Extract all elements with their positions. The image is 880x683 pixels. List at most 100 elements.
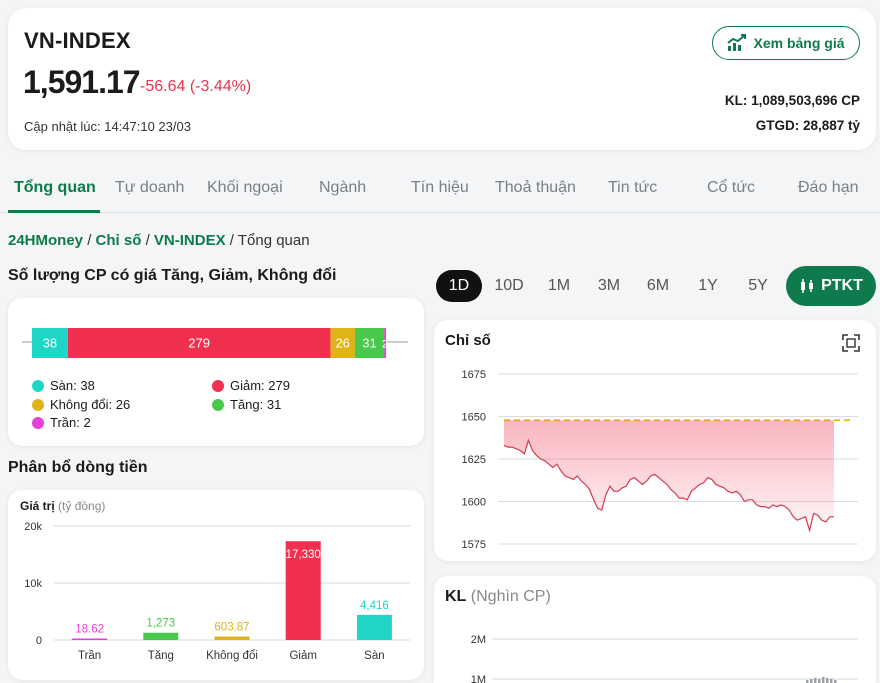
- legend-label-giam: Giảm: 279: [230, 378, 290, 393]
- breadcrumb-section[interactable]: Chỉ số: [96, 232, 142, 249]
- flow-data-label: 17,330: [286, 549, 321, 561]
- breadcrumb-separator: /: [229, 232, 234, 249]
- period-selector: 1D 10D 1M 3M 6M 1Y 5Y PTKT: [436, 266, 876, 306]
- volume-bar: [830, 679, 833, 683]
- index-price: 1,591.17: [23, 64, 141, 100]
- legend-label-san: Sàn: 38: [50, 378, 95, 393]
- stock-count-card: 38 279 26 31 2 Sàn: 38 Giảm: 279 Không đổi: …: [8, 298, 424, 446]
- volume-chart-card: KL (Nghìn CP) 2M 1M: [434, 576, 876, 683]
- flow-data-label: 1,273: [146, 618, 175, 630]
- flow-category-label: Trần: [78, 650, 101, 662]
- volume-bar: [814, 678, 817, 683]
- vol-ytick: 2M: [471, 634, 486, 646]
- flow-bar: [214, 636, 250, 640]
- active-tab-indicator: [8, 210, 100, 213]
- money-flow-chart: 20k 10k 0 18.62 Trần 1,273 Tăng 603.87 Không đổi…: [24, 521, 410, 662]
- index-ytick: 1675: [462, 369, 486, 381]
- flow-category-label: Tăng: [148, 650, 174, 662]
- flow-ytick: 0: [36, 635, 42, 647]
- breadcrumb-home[interactable]: 24HMoney: [8, 232, 83, 249]
- flow-data-label: 4,416: [360, 600, 389, 612]
- legend-label-tran: Trần: 2: [50, 415, 91, 430]
- flow-ytick: 10k: [24, 578, 42, 590]
- index-ytick: 1650: [462, 412, 486, 424]
- period-1d[interactable]: 1D: [436, 270, 482, 302]
- tab-proprietary[interactable]: Tự doanh: [115, 179, 184, 197]
- value-stat: GTGD: 28,887 tỷ: [755, 118, 860, 133]
- flow-ytick: 20k: [24, 521, 42, 533]
- legend-khongdoi: Không đổi: 26: [32, 397, 130, 412]
- update-time: Cập nhật lúc: 14:47:10 23/03: [24, 119, 191, 134]
- breadcrumb-separator: /: [145, 232, 150, 249]
- index-ytick: 1625: [462, 454, 486, 466]
- index-chart-card: Chỉ số 1675 1650 1625 1600 1575: [434, 320, 876, 561]
- breadcrumb-current: Tổng quan: [237, 232, 310, 249]
- money-flow-title: Phân bổ dòng tiền: [8, 459, 148, 476]
- count-label-khongdoi: 26: [335, 336, 349, 351]
- legend-dot-tran: [32, 416, 44, 429]
- breadcrumb: 24HMoney / Chỉ số / VN-INDEX / Tổng quan: [8, 232, 310, 249]
- count-label-giam: 279: [188, 336, 210, 351]
- tab-maturity[interactable]: Đáo hạn: [798, 179, 859, 197]
- legend-dot-san: [32, 379, 44, 392]
- legend-label-khongdoi: Không đổi: 26: [50, 397, 131, 412]
- period-10d[interactable]: 10D: [486, 270, 532, 302]
- tab-overview[interactable]: Tổng quan: [14, 179, 96, 197]
- flow-category-label: Giảm: [289, 650, 316, 662]
- tab-news[interactable]: Tin tức: [608, 179, 657, 197]
- index-ytick: 1600: [462, 497, 486, 509]
- count-label-tran: 2: [382, 339, 388, 351]
- view-price-board-button[interactable]: Xem bảng giá: [712, 26, 860, 60]
- index-area: [504, 420, 834, 531]
- tab-sector[interactable]: Ngành: [319, 179, 366, 197]
- tab-foreign[interactable]: Khối ngoại: [207, 179, 283, 197]
- legend-tang: Tăng: 31: [212, 397, 281, 412]
- volume-bar: [822, 677, 825, 683]
- legend-dot-giam: [212, 379, 224, 392]
- period-3m[interactable]: 3M: [586, 270, 632, 302]
- tab-bar: Tổng quan Tự doanh Khối ngoại Ngành Tín …: [0, 165, 880, 213]
- technical-analysis-label: PTKT: [821, 277, 863, 294]
- tab-negotiated[interactable]: Thoả thuận: [495, 179, 576, 197]
- tab-signals[interactable]: Tín hiệu: [411, 179, 469, 197]
- legend-tran: Trần: 2: [32, 415, 91, 430]
- legend-giam: Giảm: 279: [212, 378, 290, 393]
- period-1y[interactable]: 1Y: [685, 270, 731, 302]
- volume-bar: [818, 679, 821, 683]
- volume-bar: [826, 678, 829, 683]
- flow-data-label: 603.87: [214, 622, 249, 634]
- count-label-tang: 31: [362, 336, 376, 351]
- index-ytick: 1575: [462, 539, 486, 551]
- index-summary-card: VN-INDEX 1,591.17 -56.64 (-3.44%) Cập nh…: [8, 8, 876, 150]
- volume-bar-chart: 2M 1M: [471, 634, 858, 683]
- index-change: -56.64 (-3.44%): [140, 78, 252, 95]
- flow-category-label: Sàn: [364, 650, 384, 662]
- stock-count-title: Số lượng CP có giá Tăng, Giảm, Không đổi: [8, 267, 337, 284]
- money-flow-card: Giá trị (tỷ đồng) 20k 10k 0 18.62 Trần 1,273 T…: [8, 490, 424, 680]
- chart-trend-icon: [727, 34, 747, 51]
- flow-data-label: 18.62: [75, 624, 104, 636]
- vol-ytick: 1M: [471, 674, 486, 683]
- breadcrumb-index[interactable]: VN-INDEX: [154, 232, 226, 249]
- flow-bar: [356, 614, 392, 640]
- technical-analysis-button[interactable]: PTKT: [786, 266, 876, 306]
- legend-dot-tang: [212, 398, 224, 411]
- count-label-san: 38: [43, 336, 57, 351]
- period-1m[interactable]: 1M: [536, 270, 582, 302]
- tab-dividend[interactable]: Cổ tức: [707, 179, 755, 197]
- period-5y[interactable]: 5Y: [735, 270, 781, 302]
- volume-bar: [810, 679, 813, 683]
- flow-bar: [143, 632, 179, 640]
- flow-category-label: Không đổi: [206, 650, 258, 662]
- breadcrumb-separator: /: [87, 232, 92, 249]
- stock-count-bar: 38 279 26 31 2: [22, 328, 408, 358]
- index-line-chart: 1675 1650 1625 1600 1575: [462, 369, 858, 551]
- flow-bar: [72, 638, 108, 640]
- period-6m[interactable]: 6M: [635, 270, 681, 302]
- legend-label-tang: Tăng: 31: [230, 397, 282, 412]
- view-price-board-label: Xem bảng giá: [753, 35, 845, 51]
- volume-stat: KL: 1,089,503,696 CP: [724, 93, 860, 108]
- candlestick-icon: [801, 279, 814, 293]
- legend-san: Sàn: 38: [32, 378, 95, 393]
- index-name: VN-INDEX: [24, 28, 131, 53]
